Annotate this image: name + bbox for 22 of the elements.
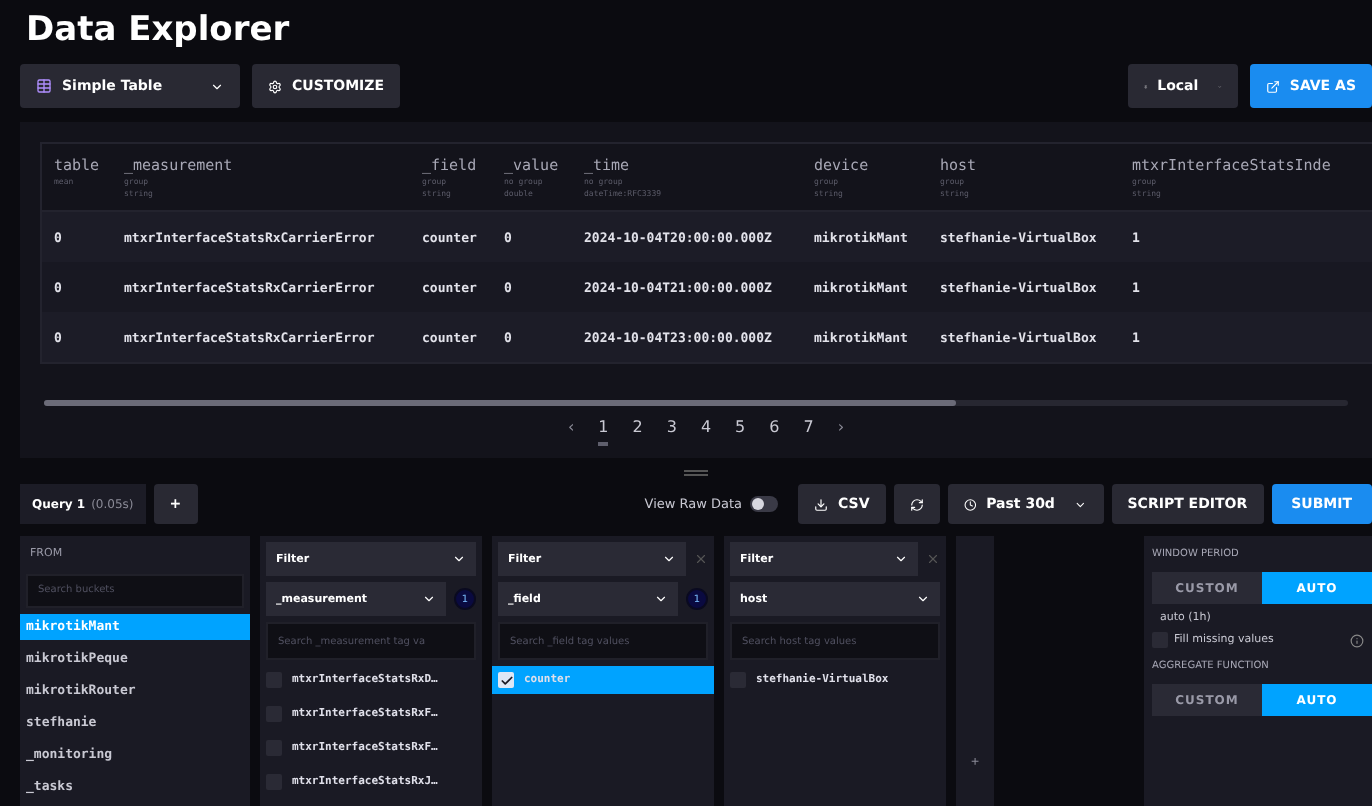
checkbox[interactable] xyxy=(498,672,514,688)
close-icon[interactable] xyxy=(926,552,940,566)
clock-icon xyxy=(963,497,977,511)
page-number[interactable]: 5 xyxy=(735,418,746,446)
refresh-icon xyxy=(909,497,924,511)
download-icon xyxy=(814,497,829,511)
previous-page-button[interactable]: ‹ xyxy=(567,418,575,436)
page-title: Data Explorer xyxy=(26,8,292,52)
page-number[interactable]: 7 xyxy=(803,418,814,446)
info-icon[interactable] xyxy=(1350,633,1364,647)
page-number[interactable]: 3 xyxy=(666,418,677,446)
page-number[interactable]: 6 xyxy=(769,418,780,446)
settings-icon xyxy=(268,79,282,93)
page-number[interactable]: 4 xyxy=(700,418,712,446)
page-number[interactable]: 1 xyxy=(598,418,609,446)
next-page-button[interactable]: › xyxy=(837,418,845,436)
page-number[interactable]: 2 xyxy=(632,418,643,446)
table-icon xyxy=(36,78,52,94)
export-icon xyxy=(1265,79,1280,93)
refresh-button[interactable] xyxy=(893,484,940,524)
view-raw-data-toggle[interactable] xyxy=(750,496,779,512)
close-icon[interactable] xyxy=(694,552,708,566)
